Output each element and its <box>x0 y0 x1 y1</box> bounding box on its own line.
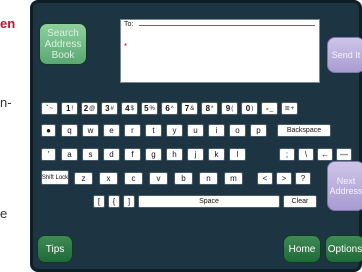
key-bracket-close[interactable]: ] <box>123 195 135 208</box>
key-q[interactable]: q <box>61 124 78 137</box>
key-5[interactable]: 5% <box>141 102 158 115</box>
key-shift-label: % <box>149 105 155 112</box>
key-f[interactable]: f <box>124 148 141 161</box>
text-cursor: * <box>124 42 128 51</box>
key-2[interactable]: 2 @ <box>81 102 98 115</box>
key-brace[interactable]: { <box>108 195 120 208</box>
key-label: - <box>265 103 269 113</box>
key-t[interactable]: t <box>145 124 162 137</box>
key-label: 2 <box>83 103 89 113</box>
key-n[interactable]: n <box>199 172 218 185</box>
key-question[interactable]: ? <box>295 172 311 185</box>
key-0[interactable]: ` ~ <box>41 102 58 115</box>
key-shift-label: @ <box>89 105 96 112</box>
key-b[interactable]: b <box>174 172 193 185</box>
key-shift-label: + <box>290 105 295 112</box>
key-c[interactable]: c <box>124 172 143 185</box>
to-underline <box>139 25 315 26</box>
key-shift-label: ^ <box>170 105 174 112</box>
key-shift-label: $ <box>130 105 134 112</box>
key-j[interactable]: j <box>187 148 204 161</box>
key-z[interactable]: z <box>74 172 93 185</box>
key-label: 1 <box>65 103 71 113</box>
space-key[interactable]: Space <box>138 195 280 208</box>
key-x[interactable]: x <box>99 172 118 185</box>
key-i[interactable]: i <box>208 124 225 137</box>
key-r[interactable]: r <box>124 124 141 137</box>
document-fragment-text: e <box>0 206 8 221</box>
key-shift-label: _ <box>269 105 273 112</box>
key-6[interactable]: 6 ^ <box>161 102 178 115</box>
key-label: 7 <box>184 103 190 113</box>
send-it-button[interactable]: Send It <box>327 37 362 73</box>
key-9[interactable]: 9( <box>221 102 238 115</box>
document-fragment-text: n- <box>0 95 12 110</box>
key-shift-label: & <box>190 105 195 112</box>
key-s[interactable]: s <box>82 148 99 161</box>
key-g[interactable]: g <box>145 148 162 161</box>
key-shift-label: * <box>211 105 214 112</box>
shift-lock-key[interactable]: Shift Lock <box>41 170 69 185</box>
key-12[interactable]: = + <box>281 102 298 115</box>
backspace-key[interactable]: Backspace <box>277 124 331 137</box>
key-p[interactable]: p <box>250 124 267 137</box>
key-o[interactable]: o <box>229 124 246 137</box>
key-11[interactable]: - _ <box>261 102 278 115</box>
document-margin: en n- e <box>0 0 30 272</box>
to-label: To: <box>124 21 134 28</box>
document-fragment-heading: en <box>0 16 16 31</box>
key-shift-label: # <box>110 105 114 112</box>
key-label: 3 <box>105 103 110 113</box>
key-d[interactable]: d <box>103 148 120 161</box>
key-shift-label: ~ <box>49 105 54 112</box>
home-button[interactable]: Home <box>283 235 321 263</box>
key-3[interactable]: 3 # <box>101 102 118 115</box>
key-label: 9 <box>225 103 231 113</box>
key-backslash[interactable]: \ <box>298 148 314 161</box>
key-label: 4 <box>125 103 130 113</box>
key-label: 0 <box>245 103 251 113</box>
key-l[interactable]: l <box>229 148 246 161</box>
options-button[interactable]: Options <box>325 235 362 263</box>
key-shift-label: ) <box>251 105 254 112</box>
key-greater-than[interactable]: > <box>276 172 292 185</box>
key-u[interactable]: u <box>187 124 204 137</box>
key-10[interactable]: 0) <box>241 102 258 115</box>
key-a[interactable]: a <box>61 148 78 161</box>
key-h[interactable]: h <box>166 148 183 161</box>
arrow-left-key[interactable]: ← <box>317 148 333 161</box>
key-4[interactable]: 4 $ <box>121 102 138 115</box>
key-1[interactable]: 1! <box>61 102 78 115</box>
clear-key[interactable]: Clear <box>283 195 317 208</box>
key-semicolon[interactable]: ; <box>279 148 295 161</box>
to-field[interactable]: To: * <box>120 19 320 83</box>
key-label: = <box>284 103 290 113</box>
key-w[interactable]: w <box>82 124 99 137</box>
key-less-than[interactable]: < <box>257 172 273 185</box>
search-address-book-button[interactable]: Search Address Book <box>39 23 87 65</box>
key-bullet[interactable]: ● <box>41 124 56 137</box>
key-bracket-open[interactable]: [ <box>93 195 105 208</box>
key-shift-label: ( <box>231 105 234 112</box>
key-label: 8 <box>205 103 211 113</box>
key-dash[interactable]: — <box>336 148 352 161</box>
next-address-button[interactable]: Next Address <box>327 161 362 211</box>
key-e[interactable]: e <box>103 124 120 137</box>
key-v[interactable]: v <box>149 172 168 185</box>
key-m[interactable]: m <box>224 172 243 185</box>
key-7[interactable]: 7 & <box>181 102 198 115</box>
tips-button[interactable]: Tips <box>37 235 73 263</box>
key-8[interactable]: 8 * <box>201 102 218 115</box>
key-label: 5 <box>144 103 149 113</box>
key-label: ` <box>45 103 49 113</box>
key-k[interactable]: k <box>208 148 225 161</box>
email-compose-panel: Search Address Book To: * Send It ` ~1! 2 @… <box>30 0 362 272</box>
key-apostrophe[interactable]: ' <box>41 148 56 161</box>
key-y[interactable]: y <box>166 124 183 137</box>
key-label: 6 <box>165 103 170 113</box>
key-shift-label: ! <box>71 105 74 112</box>
